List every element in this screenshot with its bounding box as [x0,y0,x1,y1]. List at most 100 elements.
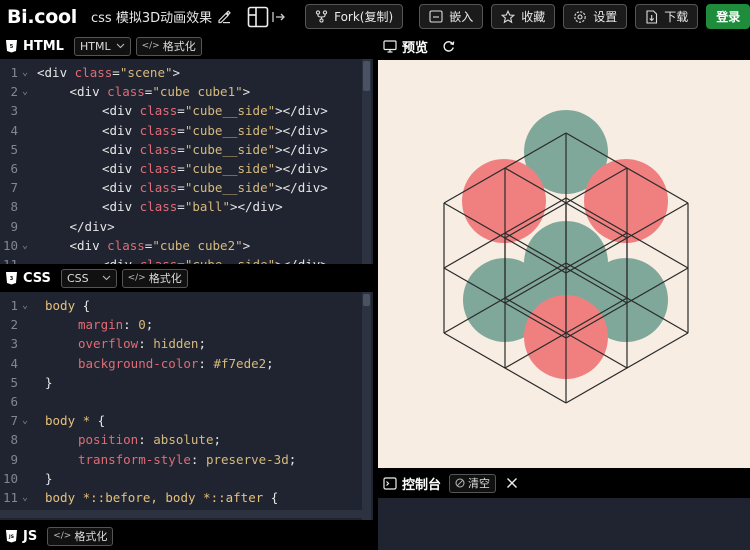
fold-chevron-icon[interactable]: ⌄ [22,296,28,315]
js-format-button[interactable]: </> 格式化 [47,526,114,546]
code-line[interactable]: 8 <div class="ball"></div> [0,197,373,216]
edit-icon[interactable] [217,9,231,24]
css-editor-scrollbar[interactable] [362,292,371,520]
code-token: "scene" [119,65,173,80]
code-token: : [138,336,154,352]
fork-label: Fork(复制) [334,10,394,24]
html-format-button[interactable]: </> 格式化 [135,36,202,56]
code-line[interactable]: 11 ⌄ body *::before, body *::after { [0,488,373,507]
settings-button[interactable]: 设置 [563,4,628,29]
layout-icon[interactable] [247,6,269,28]
code-line[interactable]: 9 </div> [0,217,373,236]
code-token: = [177,141,185,157]
code-text: position: absolute; [78,430,221,449]
console-clear-button[interactable]: 清空 [449,473,497,493]
code-line[interactable]: 5} [0,373,373,392]
close-icon[interactable] [506,477,518,489]
code-line[interactable]: 7 <div class="cube__side"></div> [0,178,373,197]
line-number: 6 [10,394,18,409]
fold-chevron-icon[interactable]: ⌄ [22,63,28,82]
html-editor-scrollbar[interactable] [362,59,371,264]
code-token: "cube__side" [184,180,276,196]
code-token: : [123,317,139,333]
fold-chevron-icon[interactable]: ⌄ [22,488,28,507]
code-token: ></div> [275,122,328,138]
embed-icon [429,10,443,23]
code-line[interactable]: 4 background-color: #f7ede2; [0,354,373,373]
code-icon: </> [141,41,160,51]
collect-label: 收藏 [521,10,546,24]
code-token: overflow [78,336,139,352]
code-line[interactable]: 9 transform-style: preserve-3d; [0,450,373,469]
code-token: ></div> [275,103,328,119]
fold-chevron-icon[interactable]: ⌄ [22,82,28,101]
css-preprocessor-select[interactable]: CSS [60,268,117,288]
js-icon: JS [4,529,18,543]
code-token: { [263,490,279,505]
code-line[interactable]: 7 ⌄ body * { [0,411,373,430]
html-code-editor[interactable]: 1 ⌄ <div class="scene"> 2 ⌄ <div class="cube … [0,59,373,264]
project-title: css 模拟3D动画效果 [91,11,213,26]
code-text: <div class="cube__side"></div> [102,140,328,159]
code-line[interactable]: 1 ⌄ body { [0,296,373,315]
svg-text:JS: JS [8,534,14,540]
code-text: body * { [45,411,105,430]
code-token: <div [102,161,140,176]
logo[interactable]: Bi.cool [7,6,77,28]
line-number: 11 [2,490,18,505]
code-token: = [177,257,185,264]
code-line[interactable]: 3 <div class="cube__side"></div> [0,101,373,120]
code-token: > [242,237,251,253]
html-preprocessor-select[interactable]: HTML [73,36,131,56]
line-number: 3 [10,103,18,119]
svg-text:5: 5 [9,44,13,50]
html5-icon: 5 [4,39,18,53]
export-arrow-icon[interactable] [271,9,287,25]
code-line[interactable]: 4 <div class="cube__side"></div> [0,121,373,140]
code-text: <div class="cube cube1"> [70,82,251,101]
scroll-thumb[interactable] [363,61,370,91]
code-text: <div class="cube__side"></div> [102,159,328,178]
fold-chevron-icon[interactable]: ⌄ [22,411,28,430]
code-line[interactable]: 8 position: absolute; [0,430,373,449]
collect-button[interactable]: 收藏 [491,4,556,29]
code-line[interactable]: 6 <div class="cube__side"></div> [0,159,373,178]
refresh-icon[interactable] [442,40,455,53]
preview-canvas[interactable] [378,60,750,468]
download-button[interactable]: 下载 [635,4,699,29]
code-token: <div [69,84,108,100]
code-line[interactable]: 2 margin: 0; [0,315,373,334]
console-panel-title: 控制台 [402,477,442,493]
embed-button[interactable]: 嵌入 [419,4,484,29]
css-code-editor[interactable]: 1 ⌄ body {2 margin: 0; 3 overflow: hidden; 4 ba… [0,292,373,520]
code-token: preserve-3d [205,451,289,467]
login-button[interactable]: 登录 [706,4,750,29]
code-text: <div class="cube cube2"> [70,236,251,255]
code-token: transform-style [78,451,191,467]
code-line[interactable]: 10} [0,469,373,488]
code-token: > [242,84,251,100]
code-line[interactable]: 11 <div class="cube__side"></div> [0,255,373,264]
line-number: 8 [10,432,18,448]
code-token: ; [213,432,222,448]
code-token: > [172,65,181,80]
line-number: 2 [10,317,18,333]
fold-chevron-icon[interactable]: ⌄ [22,236,28,255]
code-line[interactable]: 10 ⌄ <div class="cube cube2"> [0,236,373,255]
css-editor-hscrollbar[interactable] [0,510,362,518]
html-format-label: 格式化 [162,40,196,53]
code-line[interactable]: 3 overflow: hidden; [0,334,373,353]
fork-button[interactable]: Fork(复制) [305,4,404,29]
code-token: : [198,355,214,371]
code-token: = [177,122,185,138]
scroll-thumb[interactable] [363,294,370,306]
code-line[interactable]: 6 [0,392,373,411]
css-select-value: CSS [66,271,89,285]
code-line[interactable]: 5 <div class="cube__side"></div> [0,140,373,159]
fork-icon [315,10,328,23]
code-line[interactable]: 2 ⌄ <div class="cube cube1"> [0,82,373,101]
css-format-button[interactable]: </> 格式化 [121,268,188,288]
code-token: "cube__side" [185,257,275,264]
code-line[interactable]: 1 ⌄ <div class="scene"> [0,63,373,82]
code-token: ; [288,451,297,467]
